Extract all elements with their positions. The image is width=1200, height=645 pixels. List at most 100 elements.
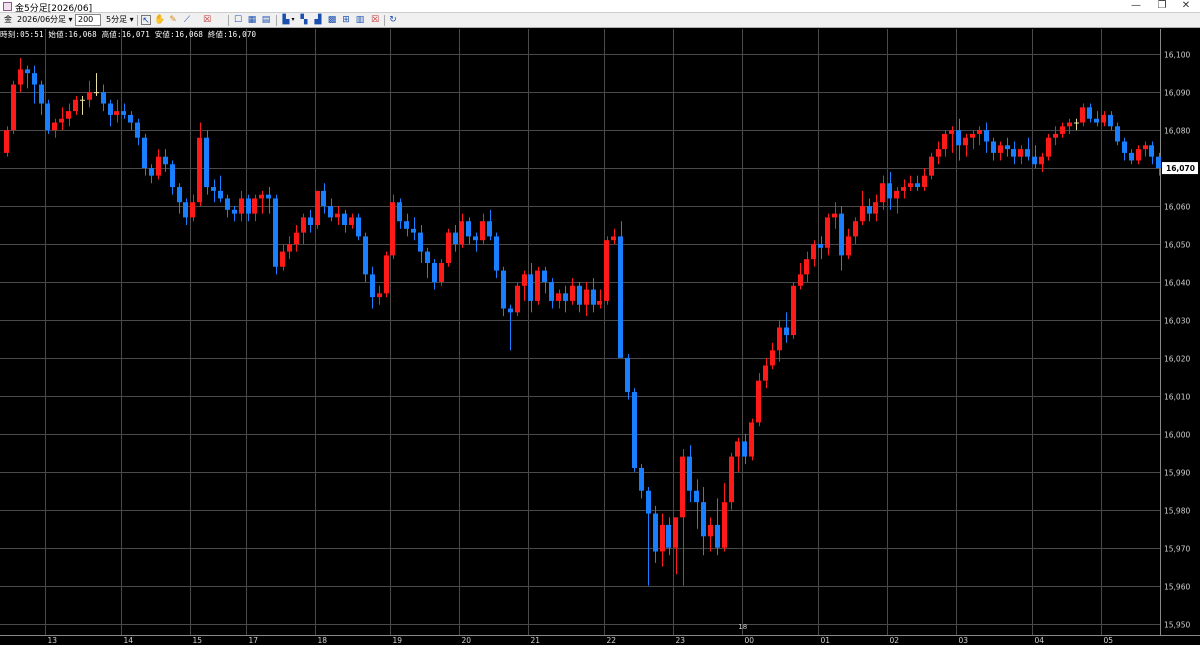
refresh-icon[interactable]: ↻ [388,15,398,25]
close-box-icon[interactable]: ☒ [202,15,212,25]
candle-body [1067,122,1072,127]
minimize-button[interactable]: — [1124,0,1148,13]
maximize-button[interactable]: ❐ [1150,0,1174,13]
candle-body [804,259,809,275]
table-icon[interactable]: ▤ [261,15,271,25]
candle-body [459,221,464,244]
zoom-icon[interactable]: ⊞ [341,15,351,25]
compare-icon[interactable]: ▟ [313,15,323,25]
candle-body [708,524,713,537]
candle-body [584,289,589,305]
toolbar-separator [384,15,385,26]
title-bar: 金5分足[2026/06] — ❐ ✕ [0,0,1200,14]
contract-month-label[interactable]: 2026/06 [17,14,50,26]
candle-body [487,221,492,237]
candle-body [342,213,347,226]
candle-body [818,243,823,248]
candle-body [66,111,71,119]
month-marker-label: 18 [738,623,747,631]
price-chart[interactable]: 15,950 15,960 15,970 15,980 15,990 16,000 16,0… [0,29,1200,645]
candle-body [183,202,188,218]
interval-unit-value: 分足 [50,15,66,24]
y-tick-label: 16,020 [1164,355,1190,364]
candle-body [756,380,761,423]
candle-body [315,190,320,226]
window-icon[interactable]: ☐ [233,15,243,25]
candle-body [570,285,575,301]
time-value: 05:51 [20,30,44,39]
candle-body [991,141,996,153]
close-button[interactable]: ✕ [1174,0,1198,13]
x-tick-label: 15 [193,636,203,645]
candle-body [128,114,133,123]
candle-body [915,183,920,188]
indicator-icon[interactable]: ▚ [299,15,309,25]
candle-body [998,145,1003,153]
candle-body [328,206,333,218]
candle-body [577,285,582,305]
close-value: 16,070 [227,30,257,39]
y-tick-label: 16,060 [1164,203,1190,212]
pen-icon[interactable]: ✎ [168,15,178,25]
candle-body [356,217,361,237]
candle-body [949,130,954,134]
y-tick-label: 16,030 [1164,317,1190,326]
candle-body [259,194,264,199]
toolbar: 金 2026/06 分足 ▾ 200 5分足 ▾ ↖ ✋ ✎ ⟋ ☒ ☐ ▦ ▤… [0,13,1200,28]
grid-icon[interactable]: ▦ [247,15,257,25]
candle-body [811,243,816,260]
candle-body [321,190,326,207]
x-tick-label: 20 [462,636,472,645]
candle-body [425,251,430,263]
x-tick-label: 21 [531,636,541,645]
candle-body [370,274,375,298]
y-tick-label: 15,980 [1164,507,1190,516]
layout-icon[interactable]: ▥ [355,15,365,25]
candle-body [411,228,416,233]
hand-icon[interactable]: ✋ [154,15,165,25]
ohlc-info-bar: 時刻:05:51 始値:16,068 高値:16,071 安値:16,068 終… [0,29,256,39]
candle-body [956,130,961,146]
candle-body [390,202,395,256]
settings-icon[interactable]: ▩ [327,15,337,25]
interval-unit-select[interactable]: 分足 ▾ [50,14,73,26]
candle-body [170,164,175,188]
y-tick-label: 16,090 [1164,89,1190,98]
y-tick-label: 16,040 [1164,279,1190,288]
candle-body [673,517,678,548]
candle-body [894,190,899,199]
candle-body [929,156,934,176]
interval-select[interactable]: 5分足 ▾ [106,14,134,26]
candle-body [114,111,119,115]
candle-body [515,285,520,313]
candle-body [1136,149,1141,161]
candle-body [18,69,23,85]
candle-body [494,236,499,271]
candle-body [246,198,251,214]
candle-body [715,524,720,548]
chevron-down-icon[interactable]: ▾ [290,15,296,25]
x-tick-label: 00 [745,636,755,645]
candle-body [190,202,195,218]
candle-body [266,194,271,199]
candle-body [1094,118,1099,123]
candle-body [11,84,16,131]
x-tick-label: 18 [318,636,328,645]
close-box-icon[interactable]: ☒ [370,15,380,25]
candle-body [301,217,306,233]
select-cursor-icon[interactable]: ↖ [141,15,151,26]
y-tick-label: 15,960 [1164,583,1190,592]
candle-body [666,524,671,548]
candle-body [508,308,513,313]
candle-body [749,422,754,457]
open-label: 始値: [48,30,69,39]
candle-body [384,255,389,294]
count-input[interactable]: 200 [75,14,101,26]
candle-body [446,232,451,263]
candle-body [1074,122,1079,124]
candle-body [52,122,57,131]
trendline-icon[interactable]: ⟋ [182,15,192,25]
candle-body [1143,145,1148,150]
candle-body [908,183,913,188]
candle-body [880,183,885,203]
